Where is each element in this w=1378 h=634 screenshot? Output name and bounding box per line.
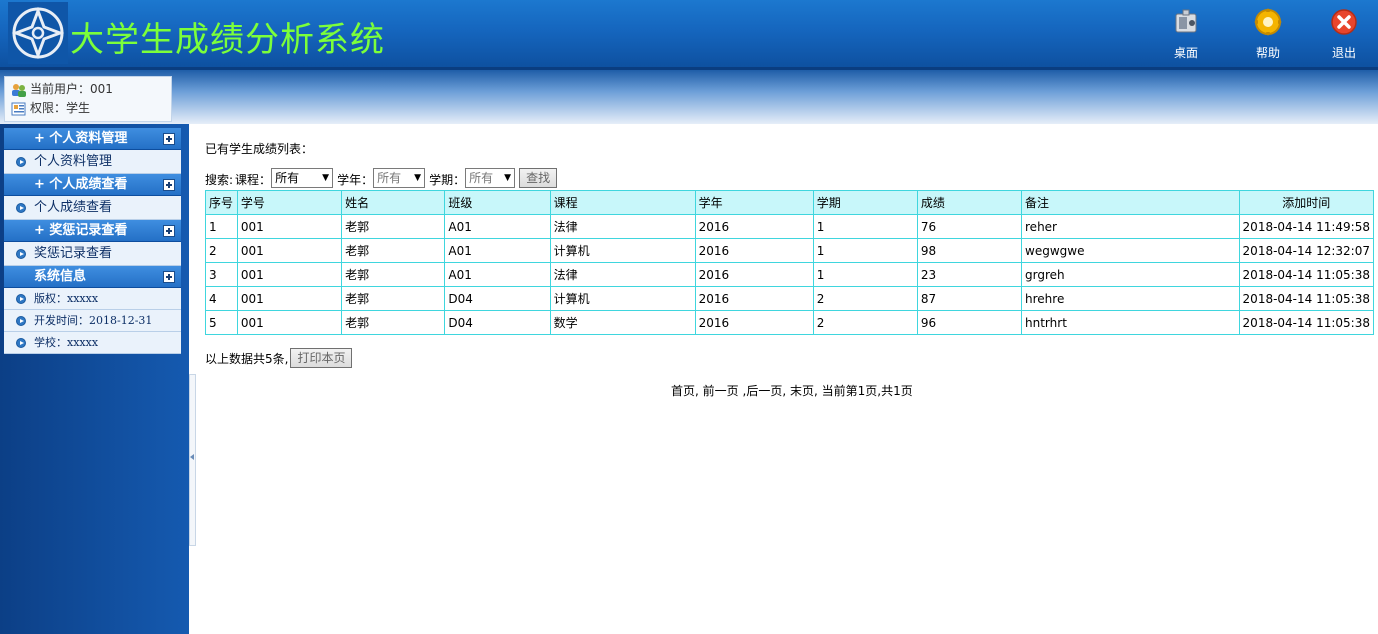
table-row: 4 001 老郭 D04 计算机 2016 2 87 hrehre 2018-04-14 … <box>205 286 1375 311</box>
expand-icon[interactable] <box>163 133 175 145</box>
sidebar-item-profile[interactable]: 个人资料管理 <box>4 150 181 174</box>
table-row: 3 001 老郭 A01 法律 2016 1 23 grgreh 2018-04-14 1… <box>205 262 1375 287</box>
sidebar-item-school: 学校：xxxxx <box>4 332 181 354</box>
sidebar-splitter[interactable] <box>189 374 197 546</box>
bullet-icon <box>16 248 26 259</box>
table-header-row: 序号 学号 姓名 班级 课程 学年 学期 成绩 备注 添加时间 <box>205 190 1375 215</box>
next-page-link[interactable]: ,后一页 <box>743 384 783 398</box>
main-content: 已有学生成绩列表： 搜索: 课程： 所有 学年： 所有 学期： 所有 查找 序号… <box>197 124 1378 634</box>
sidebar: + 个人资料管理 个人资料管理 + 个人成绩查看 个人成绩查看 + 奖惩记录查看… <box>0 124 189 634</box>
record-summary: 以上数据共5条, 打印本页 <box>205 348 353 368</box>
term-label: 学期： <box>429 173 466 187</box>
sidebar-menu: + 个人资料管理 个人资料管理 + 个人成绩查看 个人成绩查看 + 奖惩记录查看… <box>4 128 181 354</box>
sidebar-item-rewards[interactable]: 奖惩记录查看 <box>4 242 181 266</box>
col-header-remark: 备注 <box>1021 190 1240 215</box>
expand-icon[interactable] <box>163 225 175 237</box>
first-page-link[interactable]: 首页 <box>671 384 695 398</box>
grades-table: 序号 学号 姓名 班级 课程 学年 学期 成绩 备注 添加时间 1 001 老郭 A… <box>205 190 1375 335</box>
users-icon <box>12 83 26 97</box>
bullet-icon <box>16 156 26 167</box>
col-header-added-time: 添加时间 <box>1238 190 1375 215</box>
help-icon <box>1254 8 1282 36</box>
last-page-link[interactable]: 末页 <box>790 384 814 398</box>
bullet-icon <box>16 293 26 304</box>
search-button[interactable]: 查找 <box>519 168 558 188</box>
sub-header-bar <box>0 70 1378 124</box>
col-header-index: 序号 <box>205 190 238 215</box>
bullet-icon <box>16 315 26 326</box>
role-text: 权限：学生 <box>30 101 91 115</box>
menu-section-system-info[interactable]: 系统信息 <box>4 266 181 288</box>
menu-section-rewards[interactable]: + 奖惩记录查看 <box>4 220 181 242</box>
role-row: 权限：学生 <box>11 99 165 118</box>
expand-icon[interactable] <box>163 271 175 283</box>
col-header-name: 姓名 <box>341 190 446 215</box>
course-label: 课程： <box>235 173 272 187</box>
desktop-button[interactable]: 桌面 <box>1156 6 1216 64</box>
expand-icon[interactable] <box>163 179 175 191</box>
search-bar: 搜索: 课程： 所有 学年： 所有 学期： 所有 查找 <box>205 166 558 188</box>
sidebar-item-grades[interactable]: 个人成绩查看 <box>4 196 181 220</box>
course-select[interactable]: 所有 <box>271 168 334 188</box>
page-info: 当前第1页,共1页 <box>821 384 913 398</box>
user-info-box: 当前用户：001 权限：学生 <box>4 76 172 122</box>
exit-button[interactable]: 退出 <box>1314 6 1374 64</box>
current-user-row: 当前用户：001 <box>11 80 165 99</box>
search-label: 搜索: <box>205 173 234 187</box>
menu-section-profile[interactable]: + 个人资料管理 <box>4 128 181 150</box>
menu-section-grades[interactable]: + 个人成绩查看 <box>4 174 181 196</box>
help-button[interactable]: 帮助 <box>1238 6 1298 64</box>
system-title: 大学生成绩分析系统 <box>70 20 385 60</box>
desktop-icon <box>1175 9 1197 33</box>
sidebar-item-copyright: 版权：xxxxx <box>4 288 181 310</box>
print-button[interactable]: 打印本页 <box>290 348 353 368</box>
col-header-term: 学期 <box>812 190 918 215</box>
current-user-text: 当前用户：001 <box>30 82 113 96</box>
col-header-class: 班级 <box>444 190 551 215</box>
col-header-course: 课程 <box>549 190 696 215</box>
exit-icon <box>1331 9 1357 35</box>
term-select[interactable]: 所有 <box>465 168 516 188</box>
table-row: 5 001 老郭 D04 数学 2016 2 96 hntrhrt 2018-04-14 … <box>205 310 1375 335</box>
collapse-arrow-icon[interactable] <box>190 454 194 460</box>
pagination: 首页, 前一页 ,后一页, 末页, 当前第1页,共1页 <box>671 384 913 398</box>
prev-page-link[interactable]: 前一页 <box>703 384 739 398</box>
logo-icon <box>8 2 68 64</box>
col-header-year: 学年 <box>694 190 814 215</box>
col-header-student-id: 学号 <box>236 190 343 215</box>
bullet-icon <box>16 337 26 348</box>
year-select[interactable]: 所有 <box>373 168 426 188</box>
app-header: 大学生成绩分析系统 桌面 帮助 退出 <box>0 0 1378 70</box>
table-row: 2 001 老郭 A01 计算机 2016 1 98 wegwgwe 2018-04-14… <box>205 238 1375 263</box>
bullet-icon <box>16 202 26 213</box>
sidebar-item-dev-date: 开发时间：2018-12-31 <box>4 310 181 332</box>
table-row: 1 001 老郭 A01 法律 2016 1 76 reher 2018-04-14 11… <box>205 214 1375 239</box>
list-title: 已有学生成绩列表： <box>205 142 314 156</box>
role-icon <box>11 102 26 115</box>
year-label: 学年： <box>337 173 374 187</box>
record-count: 以上数据共5条, <box>205 351 289 366</box>
col-header-score: 成绩 <box>916 190 1023 215</box>
